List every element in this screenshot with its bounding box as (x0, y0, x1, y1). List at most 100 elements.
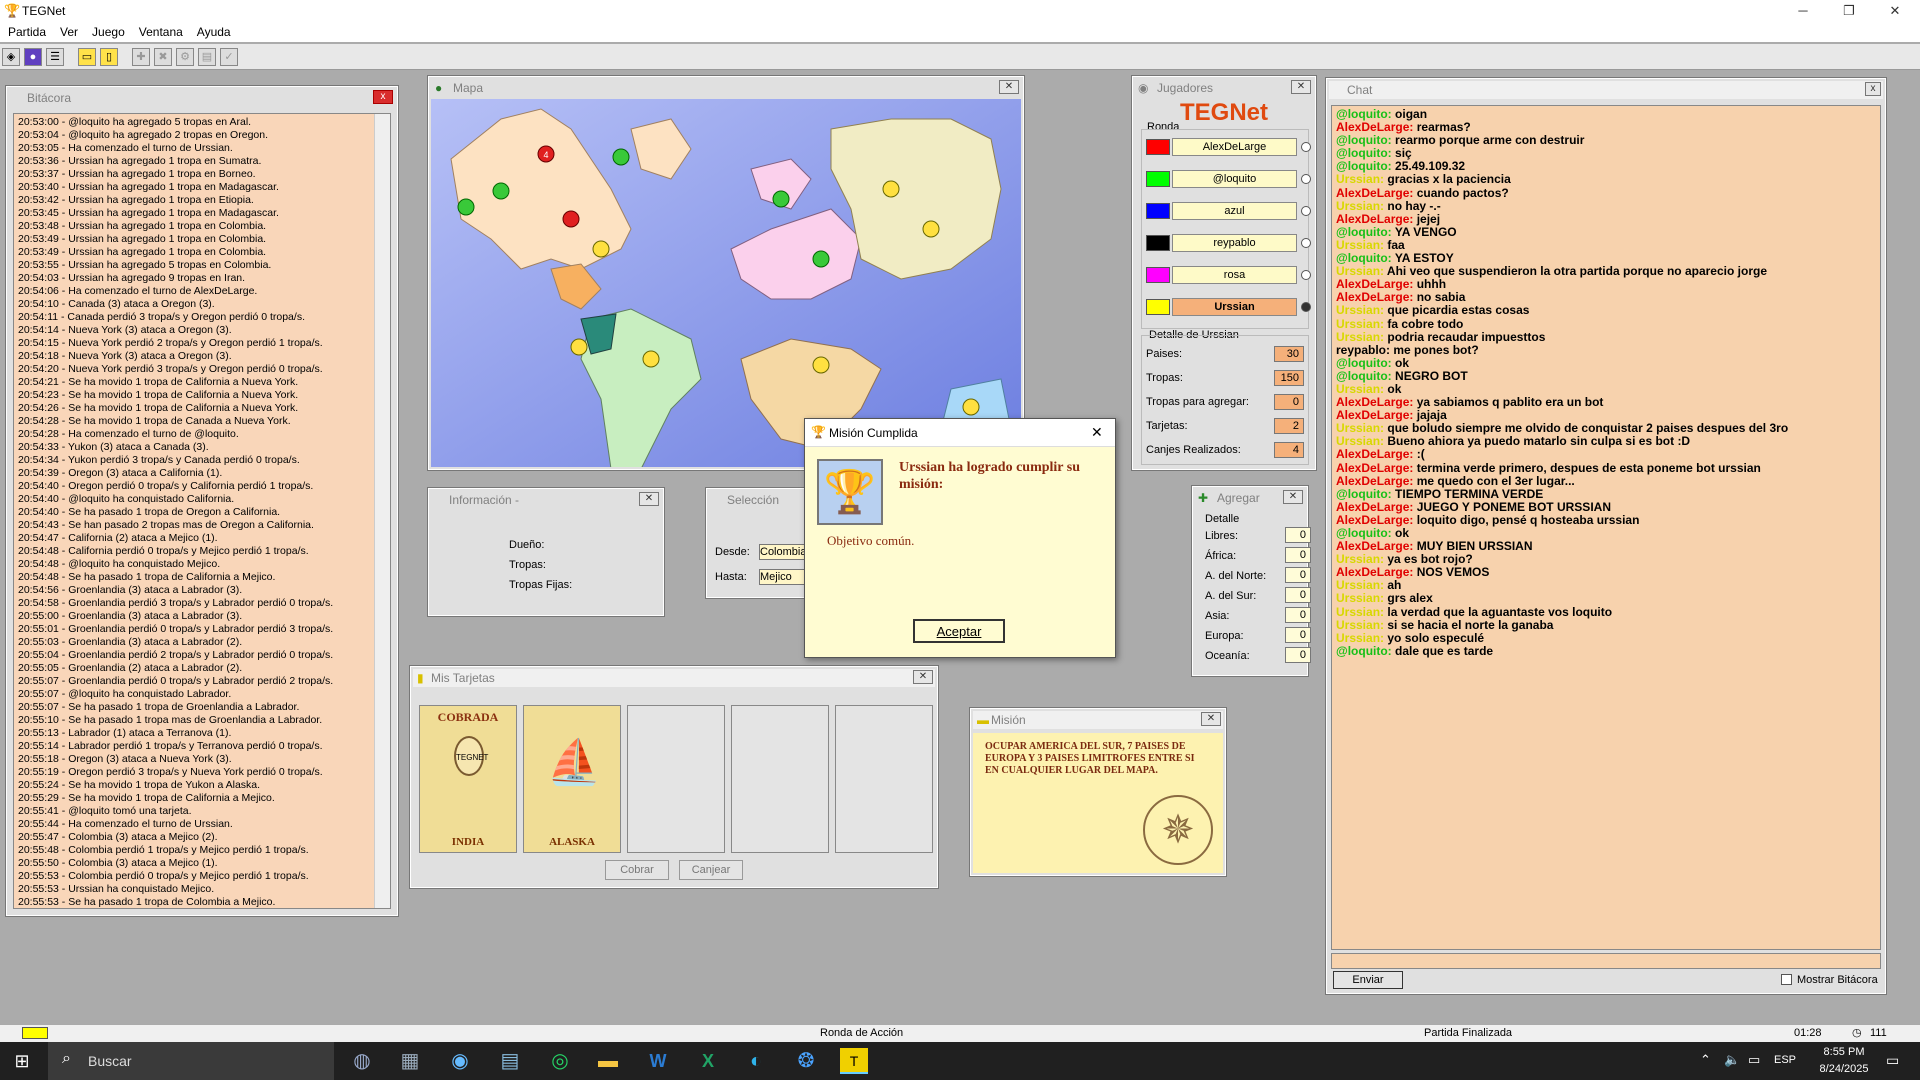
list-icon[interactable]: ☰ (46, 48, 64, 66)
chat-close-icon[interactable]: x (1865, 82, 1881, 96)
informacion-close-icon[interactable]: ✕ (639, 492, 659, 506)
excel-icon[interactable]: X (694, 1048, 722, 1074)
calculator-icon[interactable]: ▦ (396, 1048, 424, 1074)
taskbar-search[interactable]: ⌕ Buscar (48, 1042, 334, 1080)
volume-icon[interactable]: 🔈 (1724, 1052, 1740, 1068)
app-blue-icon[interactable]: ❂ (792, 1048, 820, 1074)
attack-icon[interactable]: ✖ (154, 48, 172, 66)
player-row[interactable]: azul (1146, 202, 1311, 220)
log-line: 20:53:40 - Urssian ha agregado 1 tropa e… (18, 181, 279, 193)
card-india[interactable]: COBRADA TEGNET INDIA (419, 705, 517, 853)
minimize-icon[interactable]: ─ (1780, 0, 1826, 22)
tarjetas-close-icon[interactable]: ✕ (913, 670, 933, 684)
chat-text: TIEMPO TERMINA VERDE (1395, 486, 1544, 501)
player-row[interactable]: rosa (1146, 266, 1311, 284)
agregar-value[interactable]: 0 (1285, 607, 1311, 623)
color-icon[interactable]: ● (24, 48, 42, 66)
add-icon[interactable]: ✚ (132, 48, 150, 66)
dialog-close-icon[interactable]: ✕ (1091, 424, 1103, 441)
player-radio[interactable] (1301, 238, 1311, 248)
log-line: 20:55:53 - Urssian ha conquistado Mejico… (18, 883, 215, 895)
player-radio[interactable] (1301, 206, 1311, 216)
language-indicator[interactable]: ESP (1774, 1054, 1796, 1066)
menu-ventana[interactable]: Ventana (131, 22, 189, 39)
mision-panel: OCUPAR AMERICA DEL SUR, 7 PAISES DE EURO… (973, 733, 1223, 873)
folder-icon[interactable]: ▬ (594, 1048, 622, 1074)
chat-message: @loquito: rearmo porque arme con destrui… (1336, 134, 1876, 147)
world-map[interactable]: 4 (431, 99, 1021, 467)
agregar-value[interactable]: 0 (1285, 547, 1311, 563)
notifications-icon[interactable]: ▭ (1886, 1052, 1899, 1069)
card-icon[interactable]: ▭ (78, 48, 96, 66)
agregar-value[interactable]: 0 (1285, 527, 1311, 543)
aceptar-button[interactable]: Aceptar (913, 619, 1005, 643)
clock-time[interactable]: 8:55 PM (1814, 1046, 1874, 1058)
word-icon[interactable]: W (644, 1048, 672, 1074)
gear-icon[interactable]: ⚙ (176, 48, 194, 66)
chat-author: AlexDeLarge: (1336, 539, 1414, 554)
canjear-button[interactable]: Canjear (679, 860, 743, 880)
windows-start-icon[interactable]: ⊞ (8, 1048, 36, 1074)
agregar-row: A. del Sur: 0 (1205, 587, 1311, 605)
mission-icon[interactable]: ▯ (100, 48, 118, 66)
player-row[interactable]: @loquito (1146, 170, 1311, 188)
bitacora-title: Bitácora (9, 89, 395, 107)
player-radio[interactable] (1301, 302, 1311, 312)
jugadores-close-icon[interactable]: ✕ (1291, 80, 1311, 94)
check-icon[interactable]: ✓ (220, 48, 238, 66)
bitacora-close-icon[interactable]: x (373, 90, 393, 104)
chat-author: @loquito: (1336, 643, 1392, 658)
restore-icon[interactable]: ❐ (1826, 0, 1872, 22)
tray-chevron-icon[interactable]: ⌃ (1700, 1052, 1711, 1068)
chat-text: ok (1395, 526, 1410, 540)
clock-date[interactable]: 8/24/2025 (1808, 1063, 1880, 1075)
player-row[interactable]: Urssian (1146, 298, 1311, 316)
player-color (1146, 171, 1170, 187)
player-row[interactable]: reypablo (1146, 234, 1311, 252)
weather-icon[interactable]: ◍ (348, 1048, 376, 1074)
menu-ayuda[interactable]: Ayuda (189, 22, 237, 39)
whatsapp-icon[interactable]: ◎ (546, 1048, 574, 1074)
agregar-value[interactable]: 0 (1285, 587, 1311, 603)
agregar-value[interactable]: 0 (1285, 647, 1311, 663)
chat-text: la verdad que la aguantaste vos loquito (1387, 604, 1613, 619)
player-color (1146, 203, 1170, 219)
player-radio[interactable] (1301, 270, 1311, 280)
agregar-value[interactable]: 0 (1285, 627, 1311, 643)
chat-text: ya sabiamos q pablito era un bot (1416, 395, 1604, 410)
agregar-value[interactable]: 0 (1285, 567, 1311, 583)
tegnet-taskbar-icon[interactable]: T (840, 1048, 868, 1074)
mision-text: OCUPAR AMERICA DEL SUR, 7 PAISES DE EURO… (985, 741, 1195, 776)
current-player-color (22, 1027, 48, 1039)
chat-text: ya es bot rojo? (1387, 552, 1473, 567)
browser-icon[interactable]: ◉ (446, 1048, 474, 1074)
notepad-icon[interactable]: ▤ (496, 1048, 524, 1074)
app-icon: 🏆 (4, 3, 21, 18)
chat-input[interactable] (1331, 953, 1881, 969)
edge-icon[interactable]: ◐ (742, 1048, 770, 1074)
mostrar-bitacora-checkbox[interactable] (1781, 974, 1792, 985)
agregar-close-icon[interactable]: ✕ (1283, 490, 1303, 504)
mapa-close-icon[interactable]: ✕ (999, 80, 1019, 94)
player-color (1146, 235, 1170, 251)
chat-author: Urssian: (1336, 604, 1385, 619)
close-icon[interactable]: ✕ (1872, 0, 1918, 22)
chat-author: reypablo: (1336, 342, 1391, 357)
menu-ver[interactable]: Ver (52, 22, 84, 39)
chat-author: @loquito: (1336, 486, 1392, 501)
network-icon[interactable]: ▭ (1748, 1052, 1760, 1068)
player-radio[interactable] (1301, 142, 1311, 152)
cobrar-button[interactable]: Cobrar (605, 860, 669, 880)
player-row[interactable]: AlexDeLarge (1146, 138, 1311, 156)
mision-close-icon[interactable]: ✕ (1201, 712, 1221, 726)
bitacora-scrollbar[interactable] (374, 114, 390, 908)
card-alaska[interactable]: ⛵ ALASKA (523, 705, 621, 853)
player-radio[interactable] (1301, 174, 1311, 184)
trophy-icon: 🏆 (817, 459, 883, 525)
desde-label: Desde: (715, 546, 750, 558)
enviar-button[interactable]: Enviar (1333, 971, 1403, 989)
menu-juego[interactable]: Juego (84, 22, 131, 39)
connect-icon[interactable]: ◈ (2, 48, 20, 66)
menu-partida[interactable]: Partida (0, 22, 52, 39)
cards-icon[interactable]: ▤ (198, 48, 216, 66)
